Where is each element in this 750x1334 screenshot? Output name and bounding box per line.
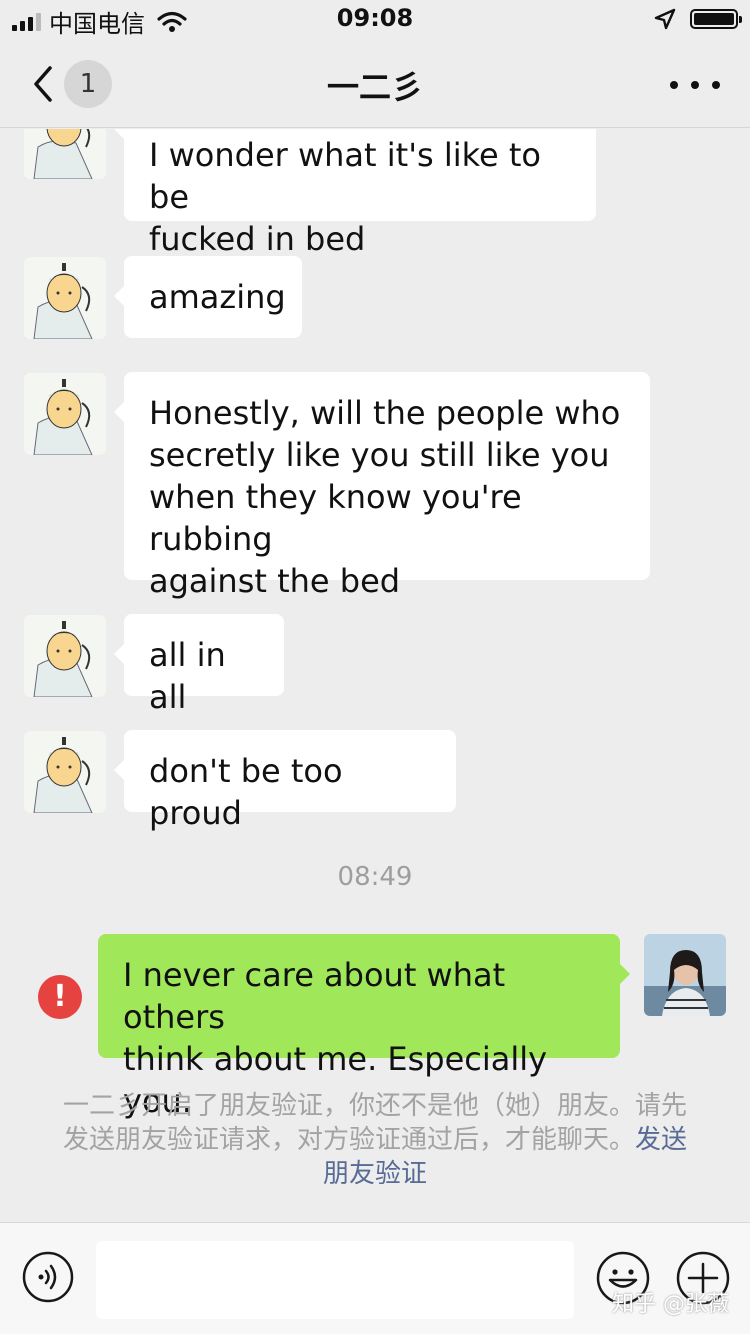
message-text: don't be too proud bbox=[149, 752, 343, 832]
contact-avatar[interactable] bbox=[24, 129, 106, 179]
battery-icon bbox=[690, 9, 742, 29]
contact-avatar[interactable] bbox=[24, 615, 106, 697]
voice-icon[interactable] bbox=[22, 1251, 74, 1303]
message-bubble[interactable]: I wonder what it's like to be fucked in … bbox=[114, 129, 596, 258]
message-text: Honestly, will the people who secretly l… bbox=[149, 394, 621, 600]
more-dots-icon[interactable] bbox=[670, 70, 720, 100]
status-bar: 中国电信 09:08 bbox=[0, 0, 750, 40]
send-failed-icon[interactable]: ! bbox=[38, 975, 82, 1019]
my-avatar[interactable] bbox=[644, 934, 726, 1016]
page-title: 一二彡 bbox=[326, 68, 423, 106]
message-text: all in all bbox=[149, 636, 226, 716]
watermark: 知乎 @张薇 bbox=[612, 1292, 729, 1317]
message-bubble-outgoing[interactable]: I never care about what others think abo… bbox=[98, 934, 630, 1120]
system-message: 一二彡开启了朋友验证，你还不是他（她）朋友。请先发送朋友验证请求，对方验证通过后… bbox=[55, 1089, 695, 1191]
status-time: 09:08 bbox=[336, 4, 414, 32]
message-bubble[interactable]: all in all bbox=[114, 614, 284, 716]
message-bubble[interactable]: don't be too proud bbox=[114, 730, 456, 832]
contact-avatar[interactable] bbox=[24, 373, 106, 455]
message-bubble[interactable]: Honestly, will the people who secretly l… bbox=[114, 372, 650, 600]
contact-avatar[interactable] bbox=[24, 731, 106, 813]
location-icon bbox=[654, 8, 676, 30]
system-message-text: 一二彡开启了朋友验证，你还不是他（她）朋友。请先发送朋友验证请求，对方验证通过后… bbox=[62, 1091, 687, 1155]
chat-header: 1 一二彡 bbox=[0, 40, 750, 128]
message-text: I wonder what it's like to be fucked in … bbox=[149, 136, 541, 258]
message-timestamp: 08:49 bbox=[337, 862, 413, 892]
message-bubble[interactable]: amazing bbox=[114, 256, 302, 338]
chat-area[interactable]: I wonder what it's like to be fucked in … bbox=[0, 129, 750, 1221]
message-text: amazing bbox=[149, 278, 286, 316]
message-input[interactable] bbox=[96, 1241, 574, 1319]
contact-avatar[interactable] bbox=[24, 257, 106, 339]
